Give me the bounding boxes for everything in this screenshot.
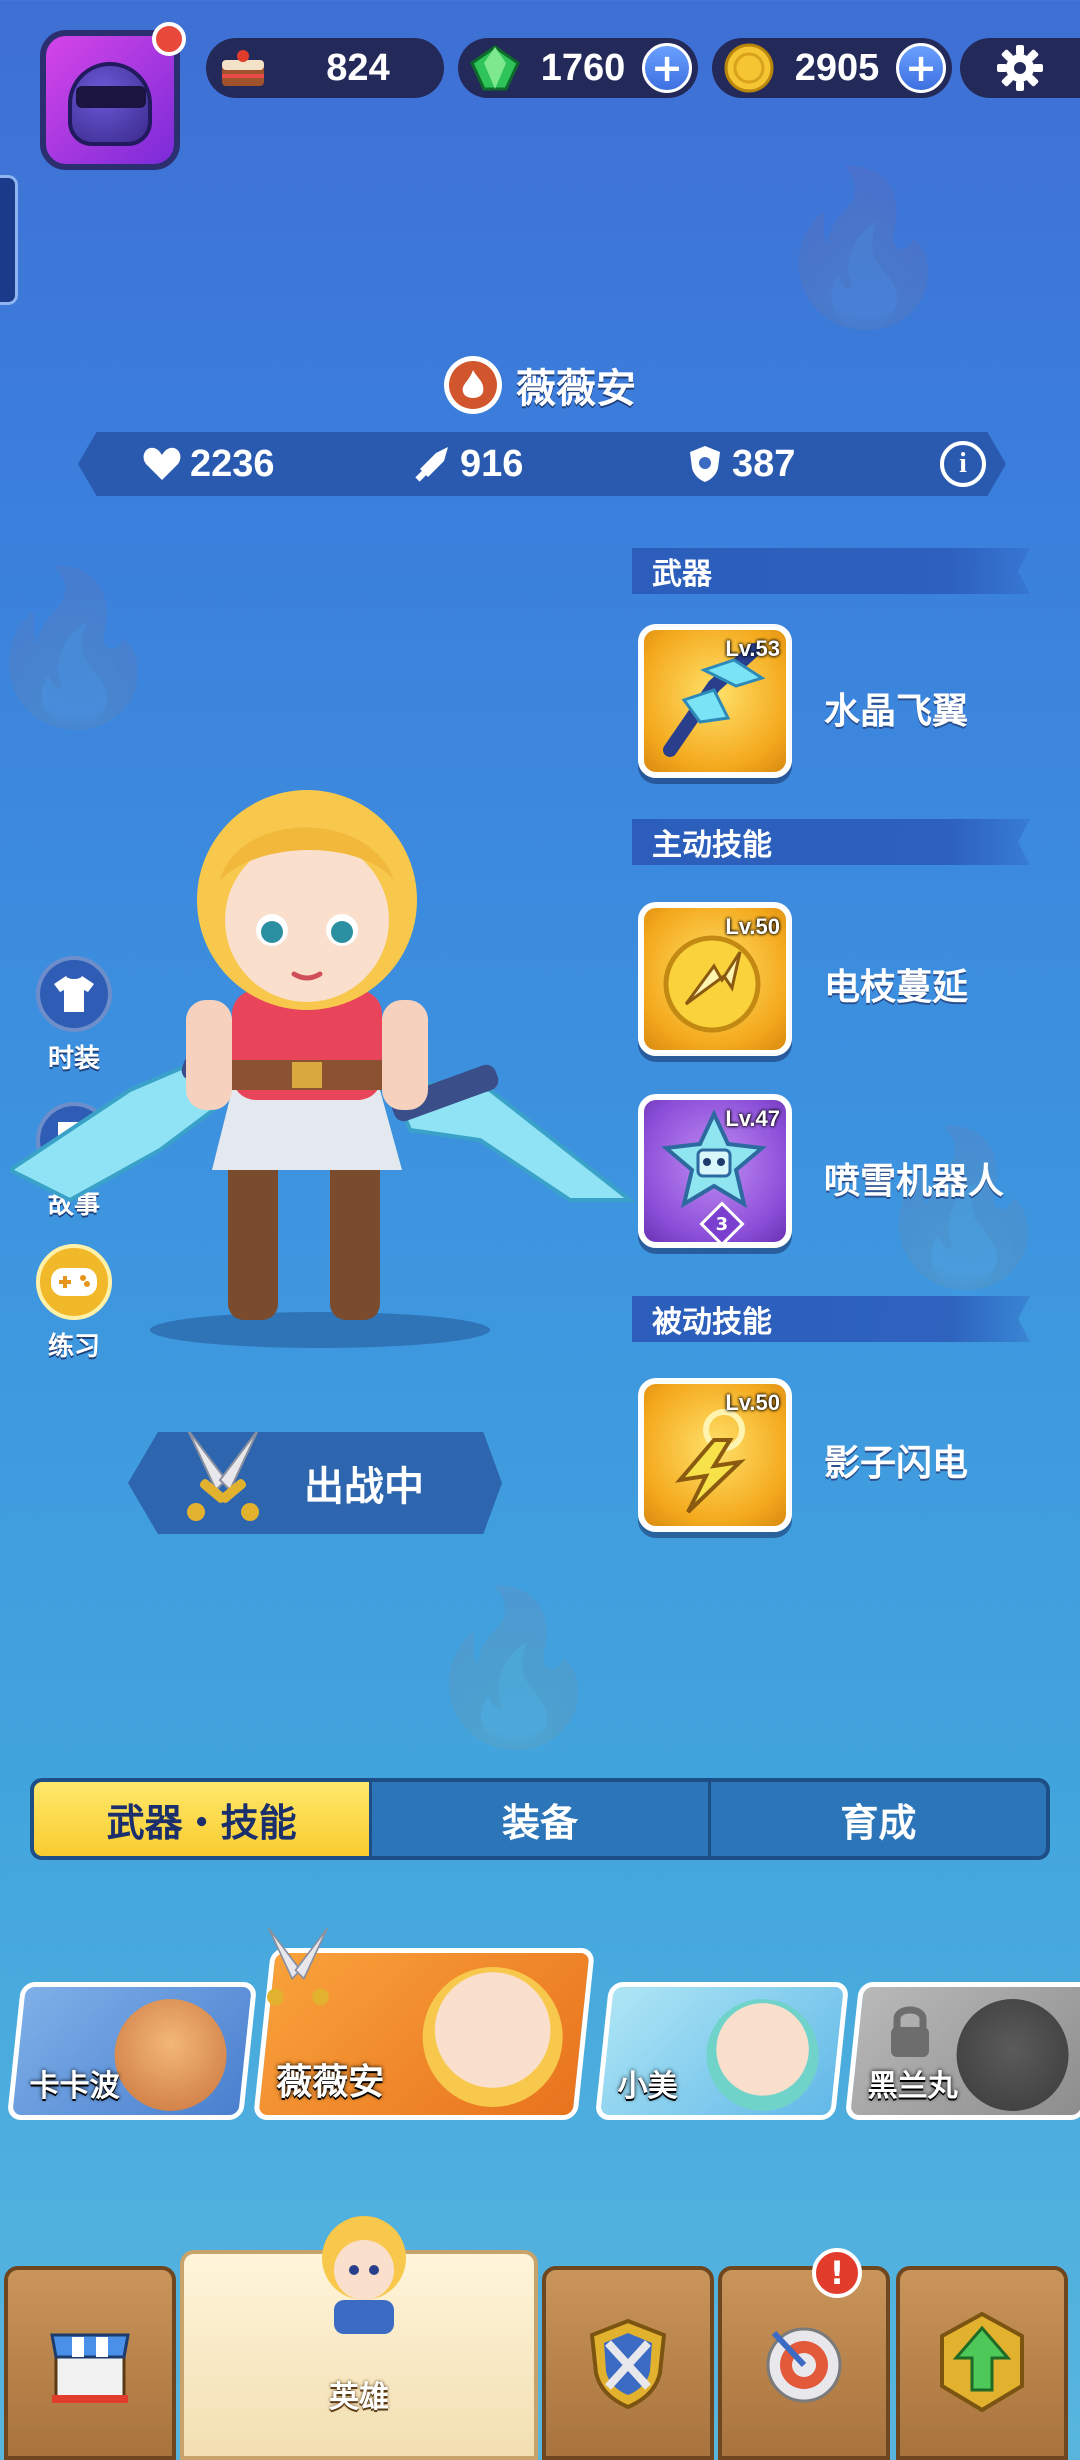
tab-equipment[interactable]: 装备 xyxy=(369,1782,707,1856)
hp-stat: 2236 xyxy=(142,443,275,486)
nav-heroes[interactable]: 英雄 xyxy=(180,2216,538,2460)
gem-icon xyxy=(466,39,524,97)
flame-decoration: 🔥 xyxy=(870,1121,1057,1295)
defense-value: 387 xyxy=(732,442,796,485)
gem-counter: 1760 + xyxy=(458,38,698,98)
flame-decoration: 🔥 xyxy=(420,1581,607,1755)
notification-dot xyxy=(152,22,186,56)
upgrade-icon xyxy=(940,2311,1024,2413)
coin-value: 2905 xyxy=(794,46,880,89)
xiaomei-portrait xyxy=(706,1999,819,2111)
defense-stat: 387 xyxy=(686,443,795,486)
hero-card-name: 黑兰丸 xyxy=(867,2069,958,2104)
sword-icon xyxy=(415,447,448,482)
active-skill-1-name: 电枝蔓延 xyxy=(824,967,969,1008)
nav-upgrade[interactable] xyxy=(896,2266,1068,2460)
attack-stat: 916 xyxy=(414,443,523,486)
flame-decoration: 🔥 xyxy=(0,561,167,735)
target-icon xyxy=(766,2327,842,2403)
add-coins-button[interactable]: + xyxy=(896,43,946,93)
hero-name-row: 薇薇安 xyxy=(0,356,1080,414)
coin-icon xyxy=(720,39,778,97)
add-gems-button[interactable]: + xyxy=(642,43,692,93)
tab-training[interactable]: 育成 xyxy=(707,1782,1046,1856)
fire-element-icon xyxy=(444,356,502,414)
coin-counter: 2905 + xyxy=(712,38,952,98)
gear-icon xyxy=(997,45,1043,91)
hero-card-name: 薇薇安 xyxy=(276,2062,385,2103)
nav-events[interactable]: ! xyxy=(718,2248,890,2460)
cake-value: 824 xyxy=(326,46,390,89)
weapon-level: Lv.53 xyxy=(725,636,780,661)
weapon-section-header: 武器 xyxy=(632,548,1030,594)
active-skills-section-header: 主动技能 xyxy=(632,819,1030,865)
passive-skill-card-1[interactable]: Lv.50 xyxy=(638,1378,792,1532)
hero-name: 薇薇安 xyxy=(516,366,636,412)
hero-character-model[interactable] xyxy=(10,730,670,1350)
active-skill-2-name: 喷雪机器人 xyxy=(824,1161,1005,1202)
heilanwan-portrait xyxy=(956,1999,1069,2111)
hero-detail-tabs: 武器・技能 装备 育成 xyxy=(30,1778,1050,1860)
weapon-name: 水晶飞翼 xyxy=(824,691,969,732)
passive-skill-1-name: 影子闪电 xyxy=(824,1443,969,1484)
cake-icon xyxy=(214,39,272,97)
avatar-visor xyxy=(76,86,146,108)
passive-skills-section-header: 被动技能 xyxy=(632,1296,1030,1342)
hero-card-kakabo[interactable]: 卡卡波 xyxy=(6,1982,258,2120)
battle-status-label: 出战中 xyxy=(304,1464,424,1510)
hero-stats-bar: 2236 916 387 i xyxy=(78,432,1006,496)
shield-icon xyxy=(690,446,720,482)
active-skill-1-level: Lv.50 xyxy=(725,914,780,939)
hp-value: 2236 xyxy=(190,442,275,485)
shop-icon xyxy=(50,2333,130,2403)
alert-badge: ! xyxy=(812,2248,862,2298)
side-drawer-tab[interactable] xyxy=(0,175,18,305)
heart-icon xyxy=(143,447,181,480)
passive-skill-1-level: Lv.50 xyxy=(725,1390,780,1415)
lock-icon xyxy=(890,2006,929,2057)
nav-heroes-label: 英雄 xyxy=(329,2380,389,2415)
hero-card-name: 小美 xyxy=(617,2069,678,2104)
hero-card-name: 卡卡波 xyxy=(29,2069,120,2104)
in-battle-status: 出战中 xyxy=(128,1432,502,1534)
vivian-portrait xyxy=(422,1967,563,2107)
selected-swords-icon xyxy=(267,1927,329,2006)
hero-card-xiaomei[interactable]: 小美 xyxy=(594,1982,850,2120)
hero-card-heilanwan[interactable]: 黑兰丸 xyxy=(844,1982,1080,2120)
settings-button[interactable] xyxy=(960,38,1080,98)
flame-decoration: 🔥 xyxy=(770,161,957,335)
kakabo-portrait xyxy=(114,1999,227,2111)
gem-value: 1760 xyxy=(540,46,626,89)
info-icon[interactable]: i xyxy=(940,441,986,487)
crossed-swords-icon xyxy=(187,1432,259,1521)
hero-icon xyxy=(322,2216,406,2334)
battle-icon xyxy=(589,2318,667,2410)
bottom-navigation: 英雄 ! xyxy=(0,2216,1080,2460)
cake-counter: 824 xyxy=(206,38,444,98)
tab-weapon-skills[interactable]: 武器・技能 xyxy=(34,1782,370,1856)
nav-shop[interactable] xyxy=(4,2266,176,2460)
active-skill-2-level: Lv.47 xyxy=(725,1106,780,1131)
attack-value: 916 xyxy=(460,442,524,485)
nav-battle[interactable] xyxy=(542,2266,714,2460)
